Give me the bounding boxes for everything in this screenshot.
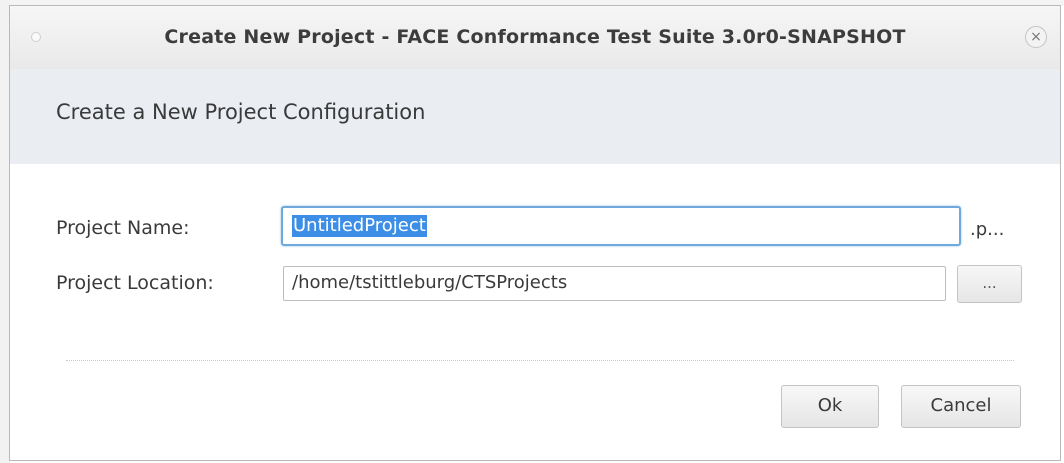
project-name-input[interactable]: UntitledProject [281,206,961,246]
dialog-titlebar[interactable]: Create New Project - FACE Conformance Te… [10,6,1060,70]
project-extension-label: .p... [970,219,1005,240]
browse-location-button[interactable]: ... [957,265,1022,303]
cancel-button[interactable]: Cancel [901,385,1021,428]
ok-button[interactable]: Ok [781,385,879,428]
close-icon[interactable]: × [1025,26,1047,48]
project-location-input[interactable]: /home/tstittleburg/CTSProjects [283,266,946,301]
dialog-title: Create New Project - FACE Conformance Te… [164,26,906,48]
dialog-separator [66,360,1014,361]
project-name-label: Project Name: [56,217,190,239]
project-location-label: Project Location: [56,272,214,294]
dialog-banner: Create a New Project Configuration [10,69,1060,164]
banner-heading: Create a New Project Configuration [56,100,426,124]
create-project-dialog: Create New Project - FACE Conformance Te… [9,5,1061,461]
project-name-selected-text: UntitledProject [292,215,427,237]
